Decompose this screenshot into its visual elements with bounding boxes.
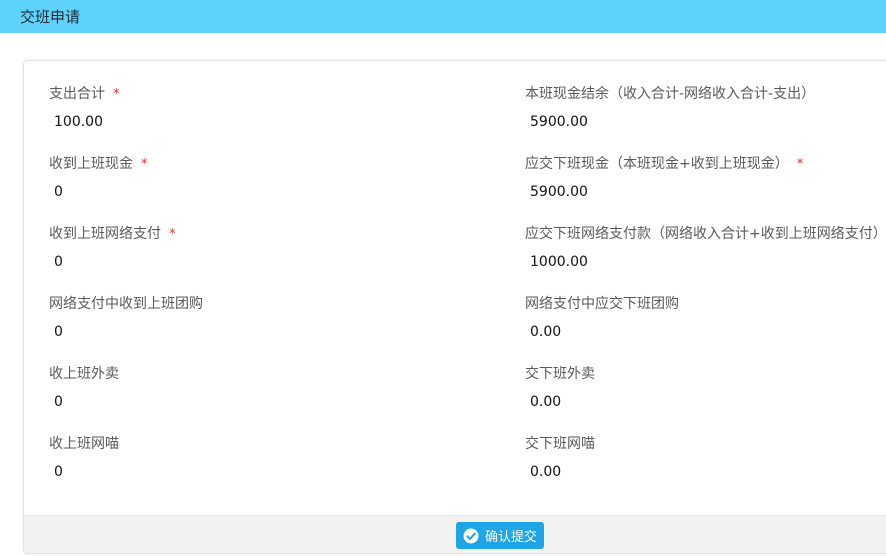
submit-button[interactable]: 确认提交: [456, 522, 544, 549]
required-marker: *: [113, 87, 120, 102]
field-label: 收上班网喵: [49, 436, 119, 452]
field-label: 本班现金结余（收入合计-网络收入合计-支出）: [525, 86, 816, 102]
field-value[interactable]: 0.00: [530, 464, 561, 480]
required-marker: *: [169, 227, 176, 242]
window-titlebar: 交班申请: [0, 0, 886, 33]
field-label: 交下班外卖: [525, 366, 595, 382]
field-value[interactable]: 5900.00: [530, 114, 588, 130]
field-label: 网络支付中应交下班团购: [525, 296, 679, 312]
field-label: 支出合计 *: [49, 86, 120, 102]
window-title: 交班申请: [20, 8, 81, 26]
field-label: 交下班网喵: [525, 436, 595, 452]
field-value[interactable]: 0: [54, 324, 63, 340]
field-label: 应交下班网络支付款（网络收入合计+收到上班网络支付）: [525, 226, 886, 242]
field-label: 应交下班现金（本班现金+收到上班现金） *: [525, 156, 804, 172]
field-label: 网络支付中收到上班团购: [49, 296, 203, 312]
required-marker: *: [141, 157, 148, 172]
field-label: 收上班外卖: [49, 366, 119, 382]
field-value[interactable]: 1000.00: [530, 254, 588, 270]
required-marker: *: [796, 157, 804, 172]
field-value[interactable]: 100.00: [54, 114, 103, 130]
field-value[interactable]: 0.00: [530, 394, 561, 410]
field-label: 收到上班网络支付 *: [49, 226, 176, 242]
submit-label: 确认提交: [484, 530, 537, 545]
handover-form-card: 支出合计 * 100.00 收到上班现金 * 0 收到上班网络支付 * 0 网络支付中…: [23, 60, 886, 554]
field-value[interactable]: 5900.00: [530, 184, 588, 200]
field-value[interactable]: 0.00: [530, 324, 561, 340]
form-footer: 确认提交: [24, 515, 886, 553]
field-value[interactable]: 0: [54, 464, 63, 480]
field-label: 收到上班现金 *: [49, 156, 148, 172]
field-value[interactable]: 0: [54, 394, 63, 410]
check-circle-icon: [463, 528, 479, 543]
field-value[interactable]: 0: [54, 184, 63, 200]
field-value[interactable]: 0: [54, 254, 63, 270]
